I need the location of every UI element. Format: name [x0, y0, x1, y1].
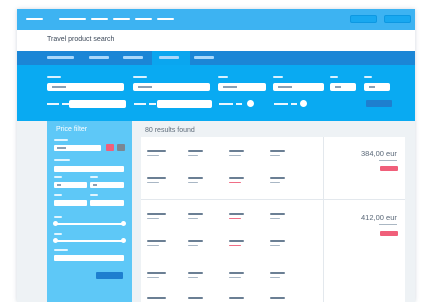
- nav-tab[interactable]: [47, 56, 74, 59]
- top-menu-item[interactable]: [59, 18, 86, 20]
- filter-field[interactable]: [54, 200, 87, 206]
- departure-field[interactable]: [218, 83, 266, 91]
- search-button[interactable]: [366, 100, 392, 107]
- result-price: 384,00 eur: [361, 149, 397, 158]
- filter-label: [54, 216, 62, 218]
- search-panel: [17, 65, 415, 121]
- nav-tab[interactable]: [89, 56, 109, 59]
- range-slider-knob[interactable]: [53, 238, 58, 243]
- filter-title: Price filter: [56, 126, 88, 133]
- nav-tab[interactable]: [159, 56, 179, 59]
- filter-field[interactable]: [90, 200, 124, 206]
- option-select[interactable]: [157, 100, 212, 108]
- field-label: [330, 76, 338, 78]
- apply-filter-button[interactable]: [96, 272, 123, 279]
- filter-label: [54, 249, 68, 251]
- field-label: [364, 76, 372, 78]
- clear-filter-button[interactable]: [106, 144, 114, 151]
- option-toggle[interactable]: [300, 100, 307, 107]
- field-label: [133, 76, 147, 78]
- from-field[interactable]: [47, 83, 124, 91]
- range-slider-track[interactable]: [54, 223, 124, 225]
- range-slider-knob[interactable]: [53, 221, 58, 226]
- book-button[interactable]: [380, 231, 398, 236]
- results-count: 80 results found: [145, 127, 195, 134]
- price-note: [379, 224, 397, 225]
- signup-button[interactable]: [384, 15, 411, 23]
- app-window: Travel product search Price filter 80 re…: [17, 9, 415, 302]
- option-label: [149, 103, 156, 105]
- option-label: [291, 103, 297, 105]
- filter-field[interactable]: [54, 255, 124, 261]
- login-button[interactable]: [350, 15, 377, 23]
- top-menu-item[interactable]: [113, 18, 130, 20]
- field-label: [273, 76, 283, 78]
- adults-field[interactable]: [330, 83, 356, 91]
- option-select[interactable]: [69, 100, 126, 108]
- filter-label: [54, 139, 68, 141]
- top-menu-item[interactable]: [157, 18, 174, 20]
- filter-label: [54, 233, 62, 235]
- filter-label: [54, 176, 62, 178]
- top-menu-item[interactable]: [91, 18, 108, 20]
- to-field[interactable]: [133, 83, 210, 91]
- nav-tab[interactable]: [194, 56, 214, 59]
- option-label: [134, 103, 146, 105]
- price-filter-panel: Price filter: [47, 121, 132, 302]
- filter-field[interactable]: [54, 166, 124, 172]
- top-menu-item[interactable]: [135, 18, 152, 20]
- option-label: [219, 103, 233, 105]
- book-button[interactable]: [380, 166, 398, 171]
- option-label: [274, 103, 288, 105]
- filter-label: [54, 194, 62, 196]
- price-field[interactable]: [54, 145, 101, 151]
- nav-tab[interactable]: [123, 56, 143, 59]
- filter-label: [54, 159, 70, 161]
- filter-label: [90, 194, 98, 196]
- field-label: [218, 76, 228, 78]
- option-toggle[interactable]: [247, 100, 254, 107]
- field-label: [47, 76, 61, 78]
- price-note: [379, 160, 397, 161]
- result-card[interactable]: 412,00 eur: [141, 199, 405, 302]
- range-slider-knob[interactable]: [121, 221, 126, 226]
- children-field[interactable]: [364, 83, 390, 91]
- result-price: 412,00 eur: [361, 213, 397, 222]
- return-field[interactable]: [273, 83, 324, 91]
- min-field[interactable]: [54, 182, 87, 188]
- top-menu-item[interactable]: [26, 18, 43, 20]
- title-row: Travel product search: [17, 30, 415, 51]
- result-card[interactable]: 384,00 eur: [141, 137, 405, 199]
- option-label: [47, 103, 59, 105]
- range-slider-knob[interactable]: [121, 238, 126, 243]
- main-nav: [17, 51, 415, 65]
- filter-option-button[interactable]: [117, 144, 125, 151]
- top-bar: [17, 9, 415, 30]
- max-field[interactable]: [90, 182, 124, 188]
- option-label: [236, 103, 242, 105]
- page-title: Travel product search: [47, 36, 115, 43]
- filter-label: [90, 176, 98, 178]
- range-slider-track[interactable]: [54, 240, 124, 242]
- option-label: [62, 103, 69, 105]
